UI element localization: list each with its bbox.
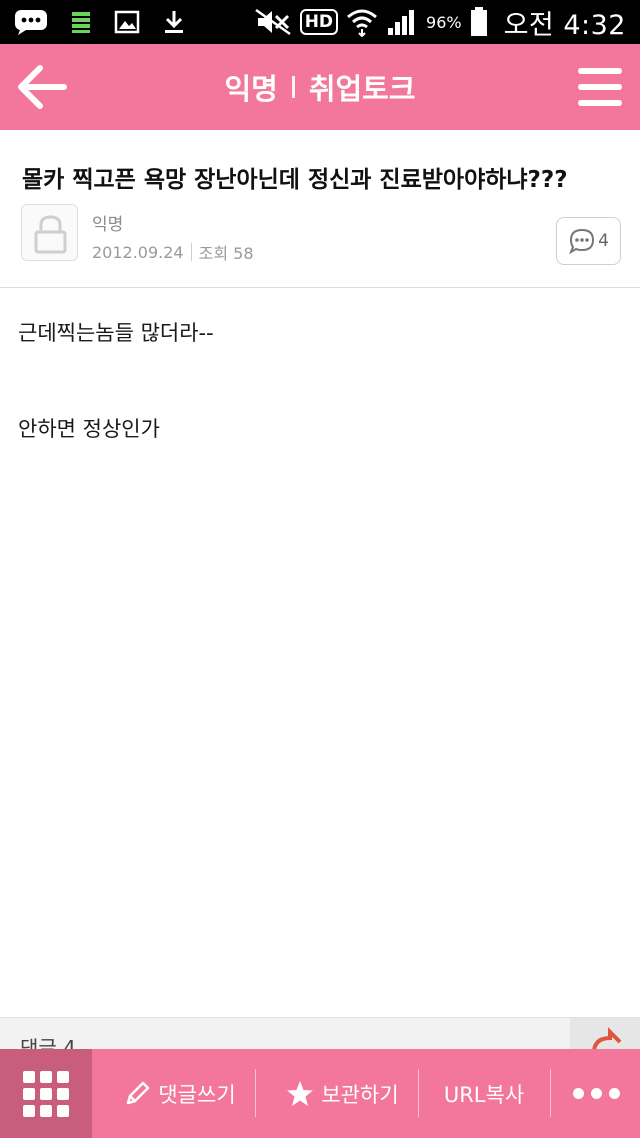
- post-body: 근데찍는놈들 많더라-- 안하면 정상인가: [0, 289, 640, 1017]
- toolbar-divider: [255, 1069, 256, 1117]
- avatar: [21, 204, 78, 261]
- clock: 오전 4:32: [503, 9, 626, 41]
- title-board-name: 취업토크: [308, 72, 416, 106]
- write-comment-label: 댓글쓰기: [158, 1082, 236, 1107]
- battery-icon: [470, 7, 487, 36]
- copy-url-label: URL복사: [443, 1082, 525, 1107]
- post-title: 몰카 찍고픈 욕망 장난아닌데 정신과 진료받아야하냐???: [22, 167, 568, 193]
- chat-icon: [15, 10, 47, 35]
- image-icon: [114, 10, 140, 34]
- more-options-button[interactable]: [552, 1049, 640, 1138]
- battery-percent: 96%: [426, 12, 462, 32]
- comment-count-button[interactable]: 4: [556, 217, 621, 265]
- share-button[interactable]: [570, 1018, 640, 1049]
- page-title: 익명 취업토크: [0, 44, 640, 130]
- wifi-icon: [347, 9, 378, 37]
- post-date: 2012.09.24: [92, 242, 184, 262]
- bars-icon: [72, 12, 90, 33]
- write-comment-button[interactable]: 댓글쓰기: [104, 1049, 254, 1138]
- toolbar-divider: [418, 1069, 419, 1117]
- meta-divider: [190, 243, 192, 261]
- copy-url-button[interactable]: URL복사: [420, 1049, 548, 1138]
- post-meta: 2012.09.24 조회 58: [92, 240, 254, 264]
- lock-icon: [34, 215, 67, 254]
- bottom-toolbar: 댓글쓰기 보관하기 URL복사: [0, 1049, 640, 1138]
- more-dots-icon: [572, 1088, 620, 1099]
- save-label: 보관하기: [321, 1082, 399, 1107]
- grid-icon: [23, 1070, 69, 1117]
- apps-grid-button[interactable]: [0, 1049, 92, 1138]
- download-icon: [165, 11, 183, 33]
- hamburger-menu-icon[interactable]: [576, 64, 624, 110]
- speech-bubble-icon: [569, 228, 595, 255]
- comment-count: 4: [598, 231, 609, 251]
- post-paragraph: 안하면 정상인가: [18, 417, 160, 441]
- comment-section-header[interactable]: 댓글 4: [0, 1017, 640, 1049]
- status-left-icons: [14, 6, 186, 38]
- post-paragraph: 근데찍는놈들 많더라--: [18, 321, 214, 345]
- star-icon: [287, 1080, 314, 1106]
- view-count: 조회 58: [198, 244, 254, 263]
- hd-icon: HD: [299, 9, 339, 35]
- status-bar: HD 96% 오전 4:32: [0, 0, 640, 44]
- comment-section-label: 댓글 4: [20, 1036, 76, 1049]
- post-header: 몰카 찍고픈 욕망 장난아닌데 정신과 진료받아야하냐??? 익명 2012.0…: [0, 130, 640, 288]
- pencil-icon: [127, 1081, 150, 1104]
- app-header: 익명 취업토크: [0, 44, 640, 130]
- signal-icon: [388, 10, 415, 35]
- title-board-type: 익명: [224, 72, 278, 106]
- mute-icon: [254, 8, 291, 36]
- status-right-icons: HD 96% 오전 4:32: [254, 4, 626, 41]
- toolbar-divider: [550, 1069, 551, 1117]
- title-divider: [291, 76, 295, 98]
- share-arrow-icon: [592, 1027, 622, 1049]
- save-button[interactable]: 보관하기: [268, 1049, 416, 1138]
- author-name: 익명: [92, 215, 124, 235]
